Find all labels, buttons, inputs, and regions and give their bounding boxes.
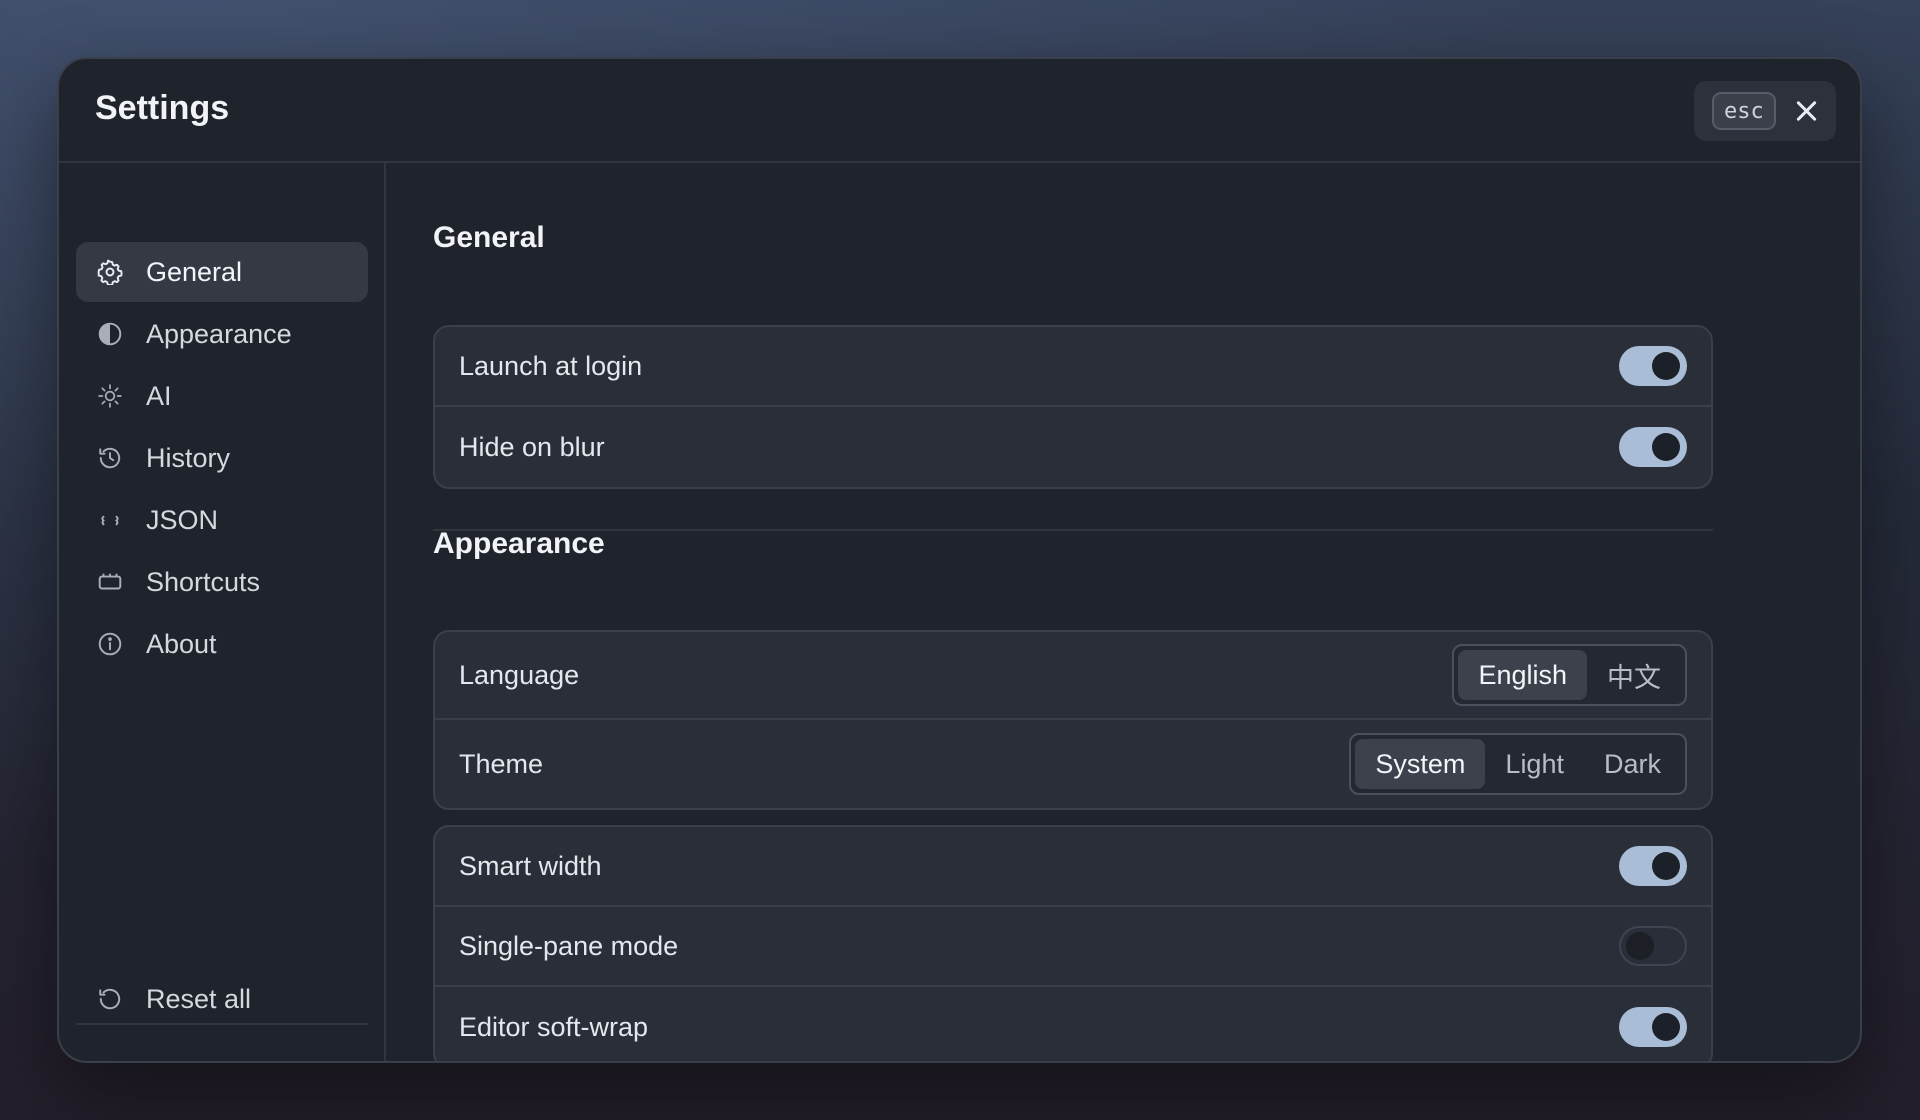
- setting-row-language: Language English 中文: [435, 632, 1711, 720]
- theme-option-light[interactable]: Light: [1485, 739, 1584, 789]
- reset-all-button[interactable]: Reset all: [76, 969, 368, 1029]
- single-pane-mode-toggle[interactable]: [1619, 926, 1687, 966]
- section-divider: [433, 529, 1713, 531]
- toggle-knob: [1652, 1013, 1680, 1041]
- sidebar-item-ai[interactable]: AI: [76, 366, 368, 426]
- editor-soft-wrap-toggle[interactable]: [1619, 1007, 1687, 1047]
- setting-label: Single-pane mode: [459, 930, 679, 961]
- layout-card: Smart width Single-pane mode Editor soft…: [433, 825, 1713, 1061]
- theme-option-system[interactable]: System: [1355, 739, 1486, 789]
- window-title: Settings: [95, 89, 230, 127]
- language-segmented-control: English 中文: [1452, 644, 1687, 706]
- close-icon[interactable]: [1792, 97, 1820, 125]
- sidebar-item-label: Appearance: [146, 318, 292, 349]
- sidebar-item-general[interactable]: General: [76, 242, 368, 302]
- section-title-general: General: [433, 221, 545, 254]
- setting-label: Theme: [459, 748, 544, 779]
- setting-label: Smart width: [459, 850, 602, 881]
- setting-row-editor-soft-wrap: Editor soft-wrap: [435, 987, 1711, 1061]
- toggle-knob: [1652, 433, 1680, 461]
- keyboard-icon: [96, 568, 124, 596]
- sidebar-item-json[interactable]: JSON: [76, 490, 368, 550]
- setting-label: Language: [459, 659, 580, 690]
- section-title-appearance: Appearance: [433, 527, 605, 560]
- gear-icon: [96, 258, 124, 286]
- smart-width-toggle[interactable]: [1619, 846, 1687, 886]
- setting-label: Hide on blur: [459, 431, 605, 462]
- launch-at-login-toggle[interactable]: [1619, 346, 1687, 386]
- esc-key-hint: esc: [1712, 92, 1776, 130]
- history-icon: [96, 444, 124, 472]
- setting-row-launch-at-login: Launch at login: [435, 327, 1711, 407]
- reset-icon: [96, 985, 124, 1013]
- sidebar-item-shortcuts[interactable]: Shortcuts: [76, 552, 368, 612]
- sidebar-item-label: Shortcuts: [146, 566, 261, 597]
- setting-label: Launch at login: [459, 350, 643, 381]
- sidebar-item-label: History: [146, 442, 231, 473]
- close-button[interactable]: esc: [1694, 81, 1836, 141]
- setting-label: Editor soft-wrap: [459, 1011, 649, 1042]
- theme-segmented-control: System Light Dark: [1349, 733, 1687, 795]
- settings-window: Settings esc General Appearance AI Histo…: [57, 57, 1862, 1063]
- sidebar-item-label: AI: [146, 380, 172, 411]
- info-icon: [96, 630, 124, 658]
- reset-all-label: Reset all: [146, 983, 252, 1014]
- appearance-card: Language English 中文 Theme System Light D…: [433, 630, 1713, 810]
- general-card: Launch at login Hide on blur: [433, 325, 1713, 489]
- toggle-knob: [1652, 352, 1680, 380]
- setting-row-hide-on-blur: Hide on blur: [435, 407, 1711, 487]
- sidebar-item-history[interactable]: History: [76, 428, 368, 488]
- sidebar-item-about[interactable]: About: [76, 614, 368, 674]
- braces-icon: [96, 506, 124, 534]
- language-option-english[interactable]: English: [1458, 650, 1587, 700]
- sidebar: General Appearance AI History JSON Short…: [59, 163, 386, 1061]
- toggle-knob: [1652, 852, 1680, 880]
- sidebar-item-label: JSON: [146, 504, 219, 535]
- sidebar-item-appearance[interactable]: Appearance: [76, 304, 368, 364]
- setting-row-smart-width: Smart width: [435, 827, 1711, 907]
- sidebar-item-label: General: [146, 256, 243, 287]
- setting-row-single-pane-mode: Single-pane mode: [435, 907, 1711, 987]
- theme-option-dark[interactable]: Dark: [1584, 739, 1681, 789]
- settings-content: General Launch at login Hide on blur App…: [388, 163, 1860, 1061]
- titlebar: Settings esc: [59, 59, 1860, 163]
- language-option-chinese[interactable]: 中文: [1587, 650, 1681, 700]
- sun-icon: [96, 382, 124, 410]
- sidebar-item-label: About: [146, 628, 217, 659]
- setting-row-theme: Theme System Light Dark: [435, 720, 1711, 808]
- half-circle-icon: [96, 320, 124, 348]
- hide-on-blur-toggle[interactable]: [1619, 427, 1687, 467]
- toggle-knob: [1626, 932, 1654, 960]
